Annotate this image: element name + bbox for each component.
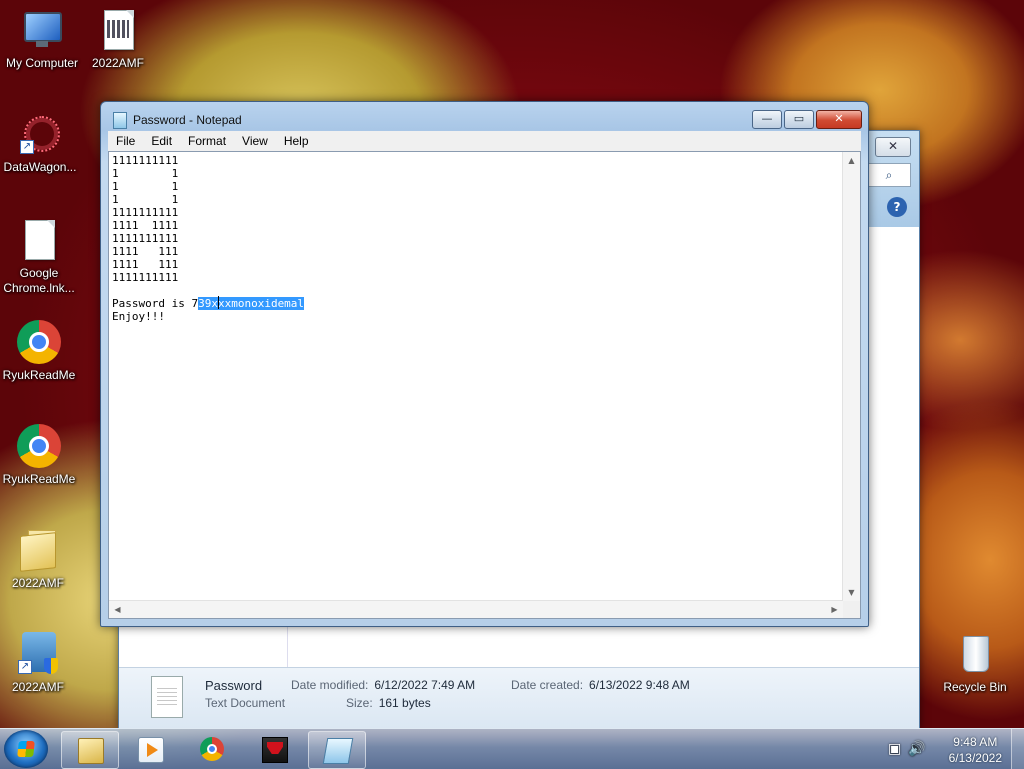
notepad-window[interactable]: Password - Notepad — ▭ ✕ File Edit Forma… (100, 101, 869, 627)
search-icon[interactable]: ⌕ (867, 163, 911, 187)
help-icon[interactable]: ? (887, 197, 907, 217)
desktop-icon-label: RyukReadMe (2, 368, 76, 382)
horizontal-scrollbar[interactable]: ◀ ▶ (109, 600, 843, 618)
blank-document-icon (17, 218, 61, 262)
taskbar-notepad[interactable] (308, 731, 366, 769)
red-app-icon (262, 737, 288, 763)
recycle-bin-icon (953, 632, 997, 676)
details-date-modified-value: 6/12/2022 7:49 AM (374, 678, 476, 692)
taskbar-red-app[interactable] (246, 731, 302, 767)
desktop-icon-my-computer[interactable]: My Computer (0, 8, 84, 71)
taskbar: ▣ 🔊 9:48 AM 6/13/2022 (0, 728, 1024, 769)
details-date-modified-label: Date modified: (291, 678, 369, 692)
vertical-scrollbar[interactable]: ▲ ▼ (842, 152, 860, 601)
notepad-icon (113, 112, 127, 130)
volume-icon[interactable]: 🔊 (908, 741, 925, 757)
text-editor[interactable]: 1111111111 1 1 1 1 1 1 1111111111 1111 1… (108, 151, 861, 619)
selected-text[interactable]: 39xxxmonoxidemal (198, 297, 305, 310)
details-size: Size: 161 bytes (346, 696, 431, 710)
desktop-icon-ryukreadme-2[interactable]: RyukReadMe (0, 424, 81, 487)
desktop-icon-label: DataWagon... (3, 160, 77, 174)
close-button[interactable]: ✕ (816, 110, 862, 129)
desktop-icon-2022amf-folder[interactable]: 2022AMF (0, 528, 80, 591)
details-size-value: 161 bytes (378, 696, 431, 710)
mandala-icon: ↗ (18, 112, 62, 156)
text-cursor (218, 296, 219, 309)
desktop-icon-recycle-bin[interactable]: Recycle Bin (933, 632, 1017, 695)
explorer-close-button[interactable]: ✕ (875, 137, 911, 157)
text-document-icon (151, 676, 183, 718)
desktop-icon-label: 2022AMF (11, 680, 65, 694)
desktop-icon-datawagon[interactable]: ↗ DataWagon... (0, 112, 82, 175)
scroll-left-arrow-icon[interactable]: ◀ (109, 601, 126, 618)
password-line-prefix: Password is 7 (112, 297, 199, 310)
folder-icon (16, 528, 60, 572)
menu-edit[interactable]: Edit (143, 134, 180, 148)
desktop-icon-ryukreadme-1[interactable]: RyukReadMe (0, 320, 81, 383)
uac-shield-icon (44, 658, 58, 674)
computer-icon (20, 8, 64, 52)
desktop-icon-label: 2022AMF (11, 576, 65, 590)
desktop-icon-label: Google Chrome.lnk... (3, 266, 75, 295)
editor-content[interactable]: 1111111111 1 1 1 1 1 1 1111111111 1111 1… (112, 154, 842, 600)
menu-help[interactable]: Help (276, 134, 317, 148)
desktop-icon-2022amf-calendar[interactable]: 2022AMF (76, 8, 160, 71)
explorer-details-pane: Password Text Document Date modified: 6/1… (119, 667, 919, 728)
clock[interactable]: 9:48 AM 6/13/2022 (949, 734, 1002, 766)
show-desktop-button[interactable] (1011, 729, 1024, 769)
menu-file[interactable]: File (108, 134, 143, 148)
scrollbar-corner (843, 601, 860, 618)
menu-view[interactable]: View (234, 134, 276, 148)
system-tray: ▣ 🔊 9:48 AM 6/13/2022 (854, 729, 1024, 769)
window-title: Password - Notepad (133, 113, 242, 127)
desktop-icon-label: RyukReadMe (2, 472, 76, 486)
scroll-down-arrow-icon[interactable]: ▼ (843, 584, 860, 601)
details-date-modified: Date modified: 6/12/2022 7:49 AM (291, 678, 475, 692)
clock-time: 9:48 AM (953, 735, 998, 749)
start-button[interactable] (4, 730, 48, 768)
details-file-name: Password (205, 678, 263, 693)
details-date-created: Date created: 6/13/2022 9:48 AM (511, 678, 690, 692)
desktop-icon-label: Recycle Bin (943, 680, 1007, 694)
menu-format[interactable]: Format (180, 134, 234, 148)
window-controls: — ▭ ✕ (750, 110, 862, 129)
details-date-created-label: Date created: (511, 678, 584, 692)
desktop-icon-2022amf-shortcut[interactable]: ↗ 2022AMF (0, 632, 80, 695)
taskbar-explorer[interactable] (61, 731, 119, 769)
details-file-type: Text Document (205, 696, 286, 710)
scroll-up-arrow-icon[interactable]: ▲ (843, 152, 860, 169)
anime-shortcut-icon: ↗ (16, 632, 60, 676)
clock-date: 6/13/2022 (948, 751, 1002, 765)
chrome-icon (200, 737, 224, 761)
menu-bar: File Edit Format View Help (108, 131, 861, 151)
title-bar[interactable]: Password - Notepad (113, 111, 242, 130)
calendar-document-icon (96, 8, 140, 52)
chrome-icon (17, 424, 61, 468)
taskbar-media-player[interactable] (122, 731, 178, 767)
folder-icon (78, 738, 104, 764)
taskbar-chrome[interactable] (184, 731, 240, 767)
desktop-icon-google-chrome-lnk[interactable]: Google Chrome.lnk... (0, 218, 81, 296)
details-size-label: Size: (346, 696, 373, 710)
ascii-art-text: 1111111111 1 1 1 1 1 1 1111111111 1111 1… (112, 154, 179, 284)
shortcut-arrow-icon: ↗ (18, 660, 32, 674)
details-date-created-value: 6/13/2022 9:48 AM (589, 678, 690, 692)
desktop-icon-label: My Computer (5, 56, 79, 70)
scroll-right-arrow-icon[interactable]: ▶ (826, 601, 843, 618)
enjoy-line: Enjoy!!! (112, 310, 165, 323)
desktop-icon-label: 2022AMF (91, 56, 145, 70)
network-icon[interactable]: ▣ (888, 741, 901, 757)
minimize-button[interactable]: — (752, 110, 782, 129)
chrome-icon (17, 320, 61, 364)
notepad-icon (322, 738, 354, 764)
maximize-button[interactable]: ▭ (784, 110, 814, 129)
media-player-icon (138, 737, 164, 763)
shortcut-arrow-icon: ↗ (20, 140, 34, 154)
